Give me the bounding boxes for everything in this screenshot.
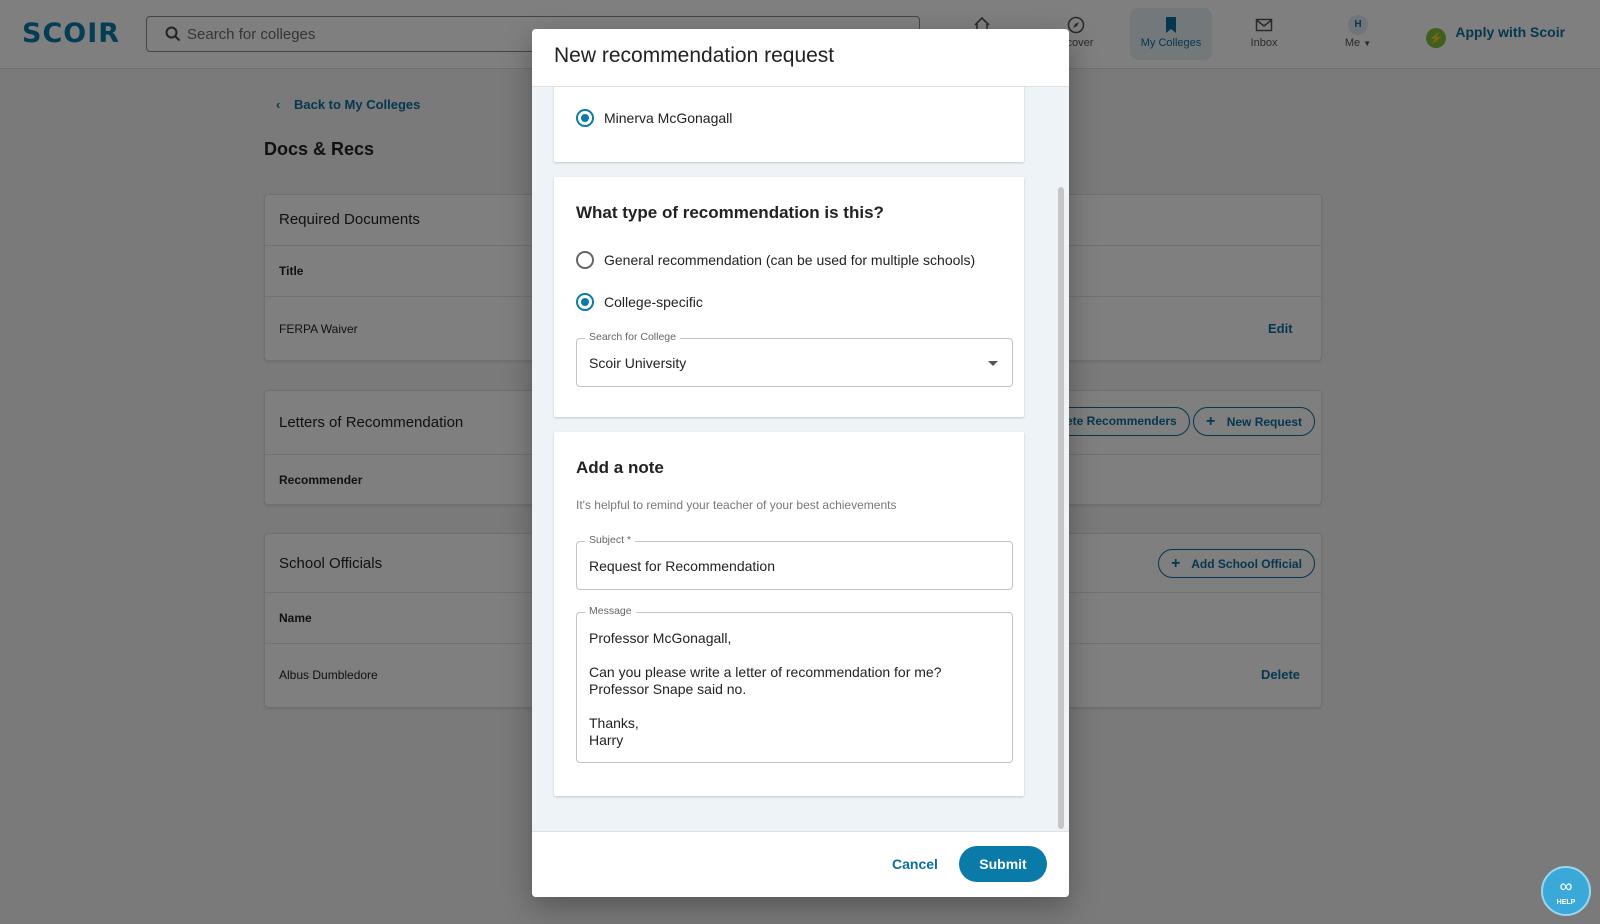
- message-line: Harry: [589, 732, 624, 748]
- dialog-scroll-body[interactable]: Minerva McGonagall What type of recommen…: [532, 86, 1069, 831]
- add-note-section: Add a note It's helpful to remind your t…: [554, 432, 1024, 796]
- message-label: Message: [585, 605, 636, 617]
- message-line: Thanks,: [589, 715, 639, 731]
- subject-value: Request for Recommendation: [589, 558, 775, 574]
- message-field[interactable]: Message Professor McGonagall, Can you pl…: [576, 605, 1013, 763]
- message-line: Professor Snape said no.: [589, 681, 747, 697]
- help-button[interactable]: ∞ HELP: [1541, 866, 1591, 916]
- dialog-footer: Cancel Submit: [532, 831, 1069, 897]
- college-specific-radio[interactable]: [576, 293, 594, 311]
- dialog-title: New recommendation request: [554, 44, 835, 67]
- general-recommendation-label[interactable]: General recommendation (can be used for …: [604, 252, 975, 268]
- infinity-icon: ∞: [1559, 876, 1573, 896]
- recommender-radio-selected[interactable]: [576, 109, 594, 127]
- college-specific-label[interactable]: College-specific: [604, 294, 703, 310]
- type-heading: What type of recommendation is this?: [576, 203, 884, 222]
- help-label: HELP: [1556, 899, 1576, 906]
- recommender-section: Minerva McGonagall: [554, 87, 1024, 162]
- recommender-name[interactable]: Minerva McGonagall: [604, 110, 732, 126]
- general-recommendation-radio[interactable]: [576, 251, 594, 269]
- note-heading: Add a note: [576, 458, 664, 477]
- college-select[interactable]: Search for College Scoir University: [576, 331, 1013, 387]
- submit-button[interactable]: Submit: [959, 846, 1047, 882]
- message-line: Professor McGonagall,: [589, 630, 732, 646]
- new-recommendation-dialog: New recommendation request Minerva McGon…: [532, 29, 1069, 897]
- message-line: Can you please write a letter of recomme…: [589, 664, 942, 680]
- note-hint: It's helpful to remind your teacher of y…: [576, 498, 897, 512]
- cancel-button[interactable]: Cancel: [892, 856, 938, 872]
- subject-label: Subject *: [585, 534, 636, 546]
- scrollbar-thumb[interactable]: [1058, 187, 1064, 829]
- college-select-label: Search for College: [585, 331, 680, 343]
- dropdown-arrow-icon[interactable]: [988, 361, 998, 366]
- college-select-value: Scoir University: [589, 355, 687, 371]
- subject-field[interactable]: Subject * Request for Recommendation: [576, 534, 1013, 590]
- recommendation-type-section: What type of recommendation is this? Gen…: [554, 177, 1024, 417]
